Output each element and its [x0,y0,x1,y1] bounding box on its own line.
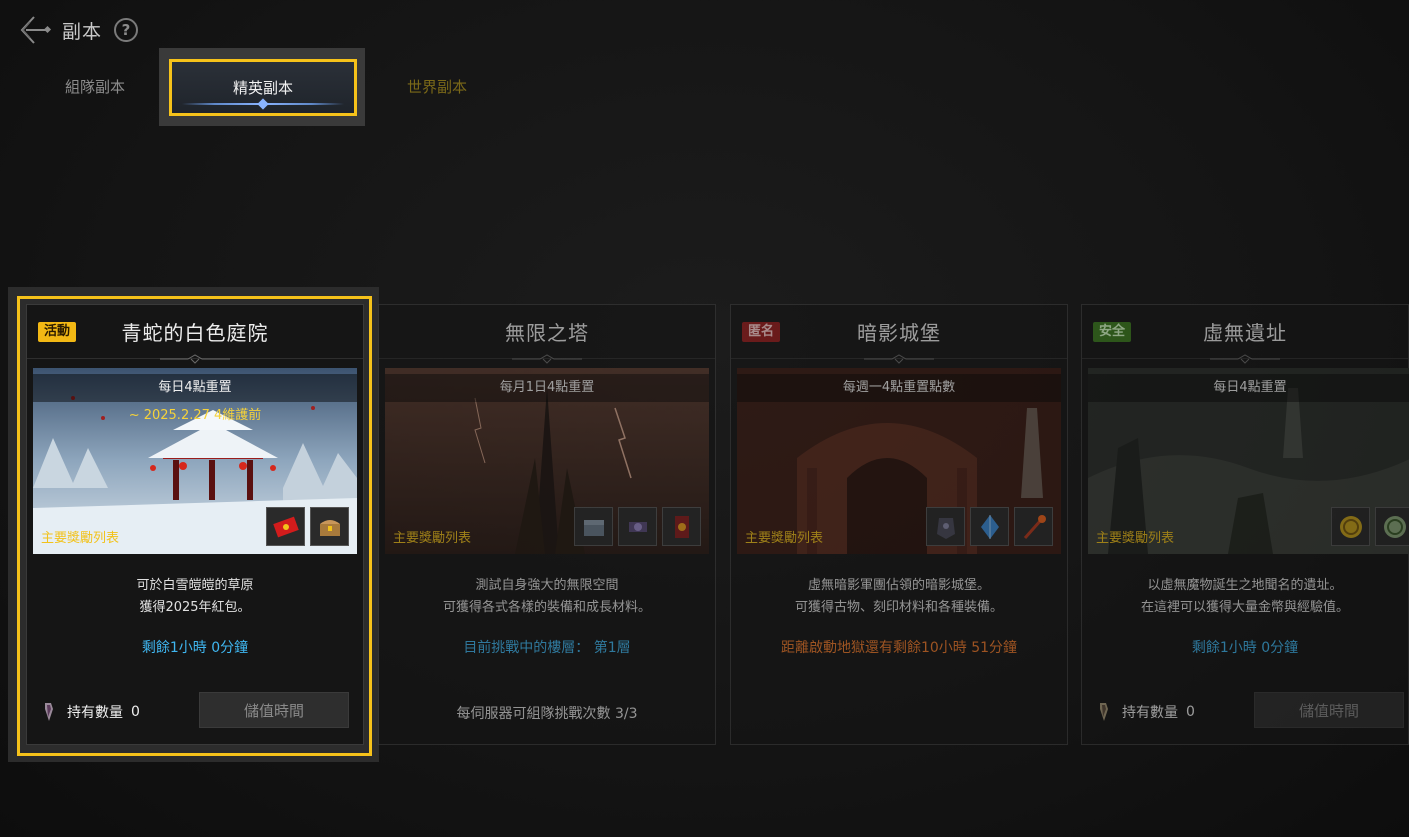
reset-info: 每月1日4點重置 [385,374,709,402]
owned-count: 持有數量 0 [1094,701,1195,723]
dungeon-card-shadow-castle[interactable]: 匿名 暗影城堡 每週一4點重置點數 主要獎勵列表 虛無暗影軍團佔領的暗影城堡。 … [730,304,1068,745]
card-description: 虛無暗影軍團佔領的暗影城堡。 可獲得古物、刻印材料和各種裝備。 [731,575,1067,619]
header-ornament-icon [864,354,934,364]
reward-list-label: 主要獎勵列表 [1096,531,1175,546]
tab-party-dungeon[interactable]: 組隊副本 [40,66,150,106]
remaining-time: 剩餘1小時 0分鐘 [141,640,249,656]
top-bar: 副本 ? [18,12,139,48]
scroll-icon[interactable] [618,507,657,546]
description-line-1: 以虛無魔物誕生之地聞名的遺址。 [1147,578,1343,593]
dungeon-card-void-ruins[interactable]: 安全 虛無遺址 每日4點重置 主要獎勵列表 以虛無魔物誕生之地聞名的遺址。 在這… [1081,304,1409,745]
card-header: 匿名 暗影城堡 [731,305,1067,364]
description-line-1: 可於白雪皚皚的草原 [136,578,254,593]
red-envelope-icon[interactable] [266,507,305,546]
recharge-time-button[interactable]: 儲值時間 [199,692,349,728]
description-line-2: 可獲得古物、刻印材料和各種裝備。 [794,600,1003,615]
reset-info: 每日4點重置 [1088,374,1409,402]
staff-icon[interactable] [1014,507,1053,546]
header-ornament-icon [1210,354,1280,364]
reward-list [1331,507,1409,546]
event-badge: 活動 [38,322,77,342]
remaining-time: 剩餘1小時 0分鐘 [1191,640,1299,656]
chest-icon[interactable] [574,507,613,546]
description-line-2: 可獲得各式各樣的裝備和成長材料。 [442,600,651,615]
description-line-2: 獲得2025年紅包。 [139,600,251,615]
key-item-icon [1100,703,1108,721]
card-description: 可於白雪皚皚的草原 獲得2025年紅包。 [27,575,363,619]
card-title: 虛無遺址 [1203,321,1287,345]
exp-coin-icon[interactable] [1375,507,1409,546]
dungeon-artwork: 每週一4點重置點數 主要獎勵列表 [737,368,1061,554]
safe-badge: 安全 [1093,322,1132,342]
server-challenge-count: 每伺服器可組隊挑戰次數 3/3 [456,706,638,722]
back-arrow-icon[interactable] [18,13,52,47]
tab-elite-dungeon[interactable]: 精英副本 [169,59,357,116]
tab-diamond-icon [257,98,269,110]
card-header: 無限之塔 [379,305,715,364]
key-item-icon [45,703,53,721]
card-title: 青蛇的白色庭院 [121,321,269,345]
card-description: 以虛無魔物誕生之地聞名的遺址。 在這裡可以獲得大量金幣與經驗值。 [1082,575,1408,619]
card-header: 活動 青蛇的白色庭院 [27,305,363,364]
dungeon-card-infinite-tower[interactable]: 無限之塔 每月1日4點重置 主要獎勵列表 測試自身強大的無限空間 可獲得各式各樣… [378,304,716,745]
reward-list-label: 主要獎勵列表 [745,531,824,546]
armor-icon[interactable] [926,507,965,546]
gold-coin-icon[interactable] [1331,507,1370,546]
card-icon[interactable] [662,507,701,546]
reward-list-label: 主要獎勵列表 [41,531,120,546]
hell-activation-timer: 距離啟動地獄還有剩餘10小時 51分鐘 [780,640,1018,656]
description-line-2: 在這裡可以獲得大量金幣與經驗值。 [1140,600,1349,615]
owned-value: 0 [1186,704,1195,720]
card-title: 暗影城堡 [857,321,941,345]
reward-list-label: 主要獎勵列表 [393,531,472,546]
reset-info: 每週一4點重置點數 [737,374,1061,402]
dungeon-card-blue-snake[interactable]: 活動 青蛇的白色庭院 每日4點重置 ~ 2025.2.27 4維護前 主要獎勵列… [26,304,364,745]
header-ornament-icon [160,354,230,364]
card-header: 安全 虛無遺址 [1082,305,1408,364]
reward-list [574,507,701,546]
tab-elite-label: 精英副本 [232,79,293,97]
recharge-time-button[interactable]: 儲值時間 [1254,692,1404,728]
reward-list [926,507,1053,546]
treasure-chest-icon[interactable] [310,507,349,546]
dungeon-artwork: 每日4點重置 主要獎勵列表 [1088,368,1409,554]
reward-list [266,507,349,546]
description-line-1: 虛無暗影軍團佔領的暗影城堡。 [807,578,990,593]
page-title: 副本 [62,20,103,43]
owned-label: 持有數量 [1122,705,1178,721]
header-ornament-icon [512,354,582,364]
help-icon[interactable]: ? [114,18,139,42]
dungeon-artwork: 每日4點重置 ~ 2025.2.27 4維護前 主要獎勵列表 [33,368,357,554]
description-line-1: 測試自身強大的無限空間 [475,578,619,593]
dungeon-artwork: 每月1日4點重置 主要獎勵列表 [385,368,709,554]
event-period: ~ 2025.2.27 4維護前 [128,408,262,423]
reset-info: 每日4點重置 [33,374,357,402]
tab-world-dungeon[interactable]: 世界副本 [382,66,492,106]
current-floor: 目前挑戰中的樓層： 第1層 [463,640,631,656]
owned-value: 0 [131,704,140,720]
owned-label: 持有數量 [67,705,123,721]
owned-count: 持有數量 0 [39,701,140,723]
card-description: 測試自身強大的無限空間 可獲得各式各樣的裝備和成長材料。 [379,575,715,619]
card-title: 無限之塔 [505,321,589,345]
crystal-icon[interactable] [970,507,1009,546]
anonymous-badge: 匿名 [742,322,781,342]
